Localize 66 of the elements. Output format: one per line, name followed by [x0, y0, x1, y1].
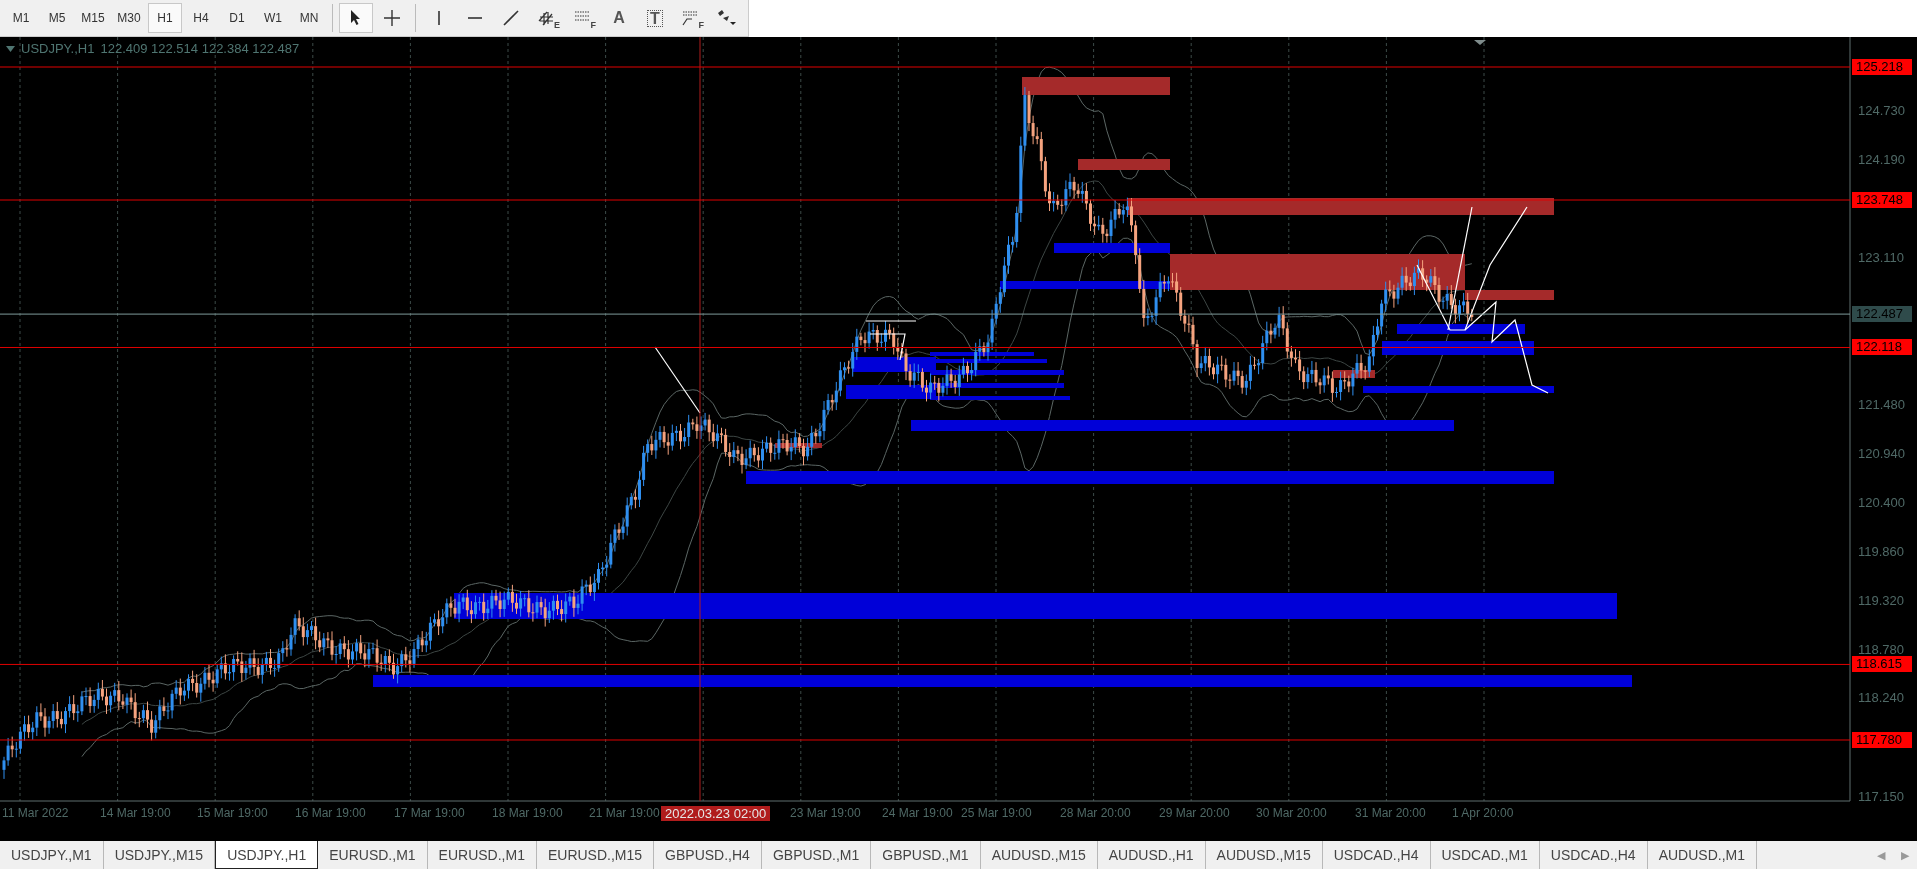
time-label: 23 Mar 19:00: [790, 806, 861, 820]
price-tag: 118.615: [1852, 656, 1912, 673]
price-label: 117.150: [1858, 789, 1905, 805]
vertical-line-icon: [437, 11, 441, 25]
price-label: 123.110: [1858, 249, 1905, 266]
time-label: 15 Mar 19:00: [197, 806, 268, 820]
horizontal-line-icon: [468, 16, 482, 20]
collapse-triangle-icon[interactable]: [6, 45, 15, 52]
time-label: 24 Mar 19:00: [882, 806, 953, 820]
tool-letter: E: [554, 20, 560, 30]
time-label: 16 Mar 19:00: [295, 806, 366, 820]
price-tag: 117.780: [1852, 732, 1912, 748]
price-tag: 123.748: [1852, 192, 1912, 208]
timeframe-button[interactable]: MN: [292, 3, 326, 33]
crosshair-icon: [383, 9, 401, 27]
projection-line: [654, 346, 701, 414]
time-label: 28 Mar 20:00: [1060, 806, 1131, 820]
time-label: 30 Mar 20:00: [1256, 806, 1327, 820]
price-label: 118.780: [1858, 641, 1905, 658]
tool-button[interactable]: F: [566, 3, 600, 33]
timeframe-button[interactable]: M15: [76, 3, 110, 33]
time-label: 31 Mar 20:00: [1355, 806, 1426, 820]
tool-button[interactable]: [339, 3, 373, 33]
price-tag: 122.118: [1852, 339, 1912, 356]
shapes-icon: [716, 9, 738, 27]
fibonacci-icon: [682, 9, 700, 27]
time-label: 11 Mar 2022: [2, 806, 69, 820]
time-label: 29 Mar 20:00: [1159, 806, 1230, 820]
chart-tab[interactable]: USDJPY.,H1: [215, 841, 319, 869]
price-label: 118.240: [1858, 690, 1905, 707]
time-label: 21 Mar 19:00: [589, 806, 660, 820]
tool-button[interactable]: F: [674, 3, 708, 33]
ohlc-values: 122.409 122.514 122.384 122.487: [100, 41, 300, 56]
price-label: 119.320: [1858, 592, 1905, 609]
text-tool-button[interactable]: A: [602, 3, 636, 33]
price-label: 120.940: [1858, 446, 1905, 463]
price-label: 124.730: [1858, 103, 1905, 120]
tool-letter: F: [698, 20, 704, 30]
timeframe-button[interactable]: M30: [112, 3, 146, 33]
tool-button[interactable]: E: [530, 3, 564, 33]
text-tool-button[interactable]: T: [638, 3, 672, 33]
time-label: 18 Mar 19:00: [492, 806, 563, 820]
time-label: 14 Mar 19:00: [100, 806, 171, 820]
timeframe-button[interactable]: M1: [4, 3, 38, 33]
price-label: 120.400: [1858, 494, 1905, 511]
timeframe-button[interactable]: M5: [40, 3, 74, 33]
timeframe-button[interactable]: D1: [220, 3, 254, 33]
timeframe-button[interactable]: H1: [148, 3, 182, 33]
time-label: 1 Apr 20:00: [1452, 806, 1514, 820]
timeframe-button[interactable]: H4: [184, 3, 218, 33]
timeframe-button[interactable]: W1: [256, 3, 290, 33]
time-label: 25 Mar 19:00: [961, 806, 1032, 820]
time-label: 17 Mar 19:00: [394, 806, 465, 820]
channel-icon: [538, 9, 556, 27]
symbol-label: USDJPY.,H1: [21, 41, 95, 56]
price-label: 121.480: [1858, 397, 1905, 414]
trend-line-icon: [502, 9, 520, 27]
crosshair-time-label: 2022.03.23 02:00: [661, 806, 771, 821]
tool-letter: F: [590, 20, 596, 30]
price-tag: 122.487: [1852, 306, 1912, 323]
price-tag: 125.218: [1852, 59, 1912, 75]
price-label: 119.860: [1858, 543, 1905, 560]
price-label: 124.190: [1858, 152, 1905, 168]
chart-shift-icon: [1474, 40, 1486, 45]
projection-line: [869, 333, 906, 361]
projection-line: [865, 320, 917, 322]
